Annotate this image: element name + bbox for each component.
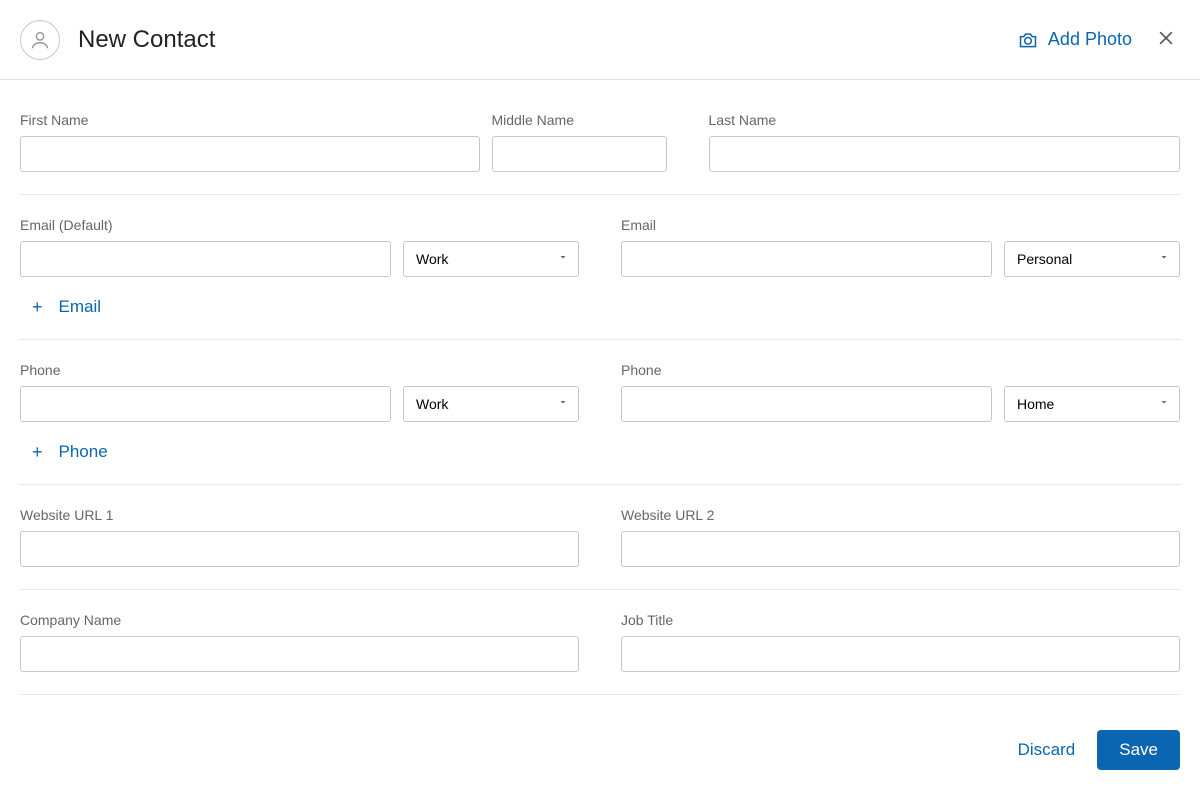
- phone-2-input[interactable]: [621, 386, 992, 422]
- phone-2-type-dropdown[interactable]: Home: [1004, 386, 1180, 422]
- close-button[interactable]: [1152, 24, 1180, 55]
- phone-2-field: Phone: [621, 362, 992, 422]
- plus-icon: +: [32, 443, 43, 461]
- middle-name-input[interactable]: [492, 136, 667, 172]
- camera-icon: [1018, 30, 1038, 50]
- name-section: First Name Middle Name Last Name: [20, 90, 1180, 195]
- phone-1-field: Phone: [20, 362, 391, 422]
- website-1-input[interactable]: [20, 531, 579, 567]
- first-name-label: First Name: [20, 112, 480, 128]
- middle-name-field: Middle Name: [492, 112, 667, 172]
- website-2-input[interactable]: [621, 531, 1180, 567]
- job-title-field: Job Title: [621, 612, 1180, 672]
- person-icon: [29, 29, 51, 51]
- last-name-label: Last Name: [709, 112, 1181, 128]
- add-photo-label: Add Photo: [1048, 29, 1132, 50]
- department-section: Department Location: [20, 695, 1180, 715]
- email-default-field: Email (Default): [20, 217, 391, 277]
- email-2-input[interactable]: [621, 241, 992, 277]
- company-field: Company Name: [20, 612, 579, 672]
- email-2-type-dropdown[interactable]: Personal: [1004, 241, 1180, 277]
- save-button[interactable]: Save: [1097, 730, 1180, 770]
- phone-1-type-select[interactable]: Work: [403, 386, 579, 422]
- phone-1-type-dropdown[interactable]: Work: [403, 386, 579, 422]
- website-1-field: Website URL 1: [20, 507, 579, 567]
- last-name-input[interactable]: [709, 136, 1181, 172]
- header-left: New Contact: [20, 20, 215, 60]
- website-1-label: Website URL 1: [20, 507, 579, 523]
- email-section: Email (Default) Work Email: [20, 195, 1180, 340]
- email-default-label: Email (Default): [20, 217, 391, 233]
- last-name-field: Last Name: [709, 112, 1181, 172]
- website-2-field: Website URL 2: [621, 507, 1180, 567]
- phone-2-type-select[interactable]: Home: [1004, 386, 1180, 422]
- first-name-input[interactable]: [20, 136, 480, 172]
- dialog-title: New Contact: [78, 26, 215, 54]
- first-name-field: First Name: [20, 112, 480, 172]
- email-default-input[interactable]: [20, 241, 391, 277]
- discard-button[interactable]: Discard: [1018, 740, 1076, 760]
- add-photo-button[interactable]: Add Photo: [1018, 29, 1132, 50]
- dialog-header: New Contact Add Photo: [0, 0, 1200, 80]
- company-label: Company Name: [20, 612, 579, 628]
- close-icon: [1156, 28, 1176, 48]
- form-scroll-region[interactable]: First Name Middle Name Last Name: [0, 80, 1200, 715]
- email-2-type-select[interactable]: Personal: [1004, 241, 1180, 277]
- email-default-type-select[interactable]: Work: [403, 241, 579, 277]
- phone-section: Phone Work Phone: [20, 340, 1180, 485]
- website-section: Website URL 1 Website URL 2: [20, 485, 1180, 590]
- middle-name-label: Middle Name: [492, 112, 667, 128]
- website-2-label: Website URL 2: [621, 507, 1180, 523]
- add-phone-label: Phone: [59, 442, 108, 462]
- plus-icon: +: [32, 298, 43, 316]
- phone-1-label: Phone: [20, 362, 391, 378]
- email-default-type-dropdown[interactable]: Work: [403, 241, 579, 277]
- job-title-input[interactable]: [621, 636, 1180, 672]
- add-email-button[interactable]: + Email: [20, 277, 113, 317]
- header-right: Add Photo: [1018, 24, 1180, 55]
- company-input[interactable]: [20, 636, 579, 672]
- form-content: First Name Middle Name Last Name: [0, 80, 1200, 715]
- phone-1-input[interactable]: [20, 386, 391, 422]
- email-2-label: Email: [621, 217, 992, 233]
- job-title-label: Job Title: [621, 612, 1180, 628]
- company-section: Company Name Job Title: [20, 590, 1180, 695]
- add-email-label: Email: [59, 297, 102, 317]
- phone-2-label: Phone: [621, 362, 992, 378]
- avatar-placeholder: [20, 20, 60, 60]
- email-2-field: Email: [621, 217, 992, 277]
- dialog-footer: Discard Save: [0, 715, 1200, 785]
- add-phone-button[interactable]: + Phone: [20, 422, 120, 462]
